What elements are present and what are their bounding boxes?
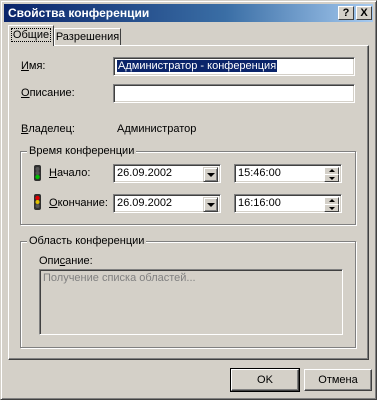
- owner-field: Администратор: [113, 120, 355, 139]
- end-date-value: 26.09.2002: [117, 197, 173, 209]
- tab-general[interactable]: Общие: [8, 25, 54, 46]
- spin-down-icon[interactable]: [324, 174, 339, 182]
- window-title: Свойства конференции: [8, 6, 150, 20]
- description-input[interactable]: [113, 84, 355, 103]
- name-input[interactable]: Администратор - конференция: [113, 57, 355, 76]
- tab-permissions-label: Разрешения: [55, 31, 120, 43]
- close-button[interactable]: X: [356, 6, 372, 20]
- tab-general-label: Общие: [10, 28, 52, 42]
- time-group: Время конференции: [20, 145, 356, 225]
- end-time-spin[interactable]: [324, 197, 339, 212]
- start-time-spin[interactable]: [324, 167, 339, 182]
- start-time-spinner[interactable]: 15:46:00: [234, 164, 342, 183]
- help-icon: ?: [342, 7, 350, 19]
- start-date-value: 26.09.2002: [117, 167, 173, 179]
- scope-description-label: Описание:: [39, 255, 93, 267]
- owner-label: Владелец:: [21, 123, 75, 135]
- end-date-picker[interactable]: 26.09.2002: [113, 194, 221, 213]
- scope-group-title: Область конференции: [27, 235, 147, 247]
- name-value: Администратор - конференция: [117, 60, 278, 72]
- help-button[interactable]: ?: [338, 6, 354, 20]
- end-time-value: 16:16:00: [238, 197, 281, 209]
- traffic-light-red-icon: [34, 194, 41, 210]
- end-label: Окончание:: [49, 197, 108, 209]
- description-label: Описание:: [21, 87, 75, 99]
- start-label: Начало:: [49, 167, 91, 179]
- dialog-window: Свойства конференции ? X Общие Разрешени…: [0, 0, 377, 400]
- close-icon: X: [360, 7, 368, 19]
- name-label: Имя:: [21, 60, 46, 72]
- spin-down-icon[interactable]: [324, 204, 339, 212]
- owner-value: Администратор: [117, 123, 197, 135]
- end-date-dropdown-button[interactable]: [203, 197, 218, 212]
- start-date-dropdown-button[interactable]: [203, 167, 218, 182]
- cancel-button[interactable]: Отмена: [304, 369, 372, 391]
- end-time-spinner[interactable]: 16:16:00: [234, 194, 342, 213]
- scope-placeholder: Получение списка областей...: [43, 272, 196, 284]
- tab-permissions[interactable]: Разрешения: [54, 28, 121, 46]
- time-group-title: Время конференции: [27, 145, 137, 157]
- traffic-light-green-icon: [34, 165, 41, 181]
- ok-button[interactable]: OK: [230, 368, 300, 392]
- start-date-picker[interactable]: 26.09.2002: [113, 164, 221, 183]
- scope-description-box[interactable]: Получение списка областей...: [39, 269, 343, 335]
- start-time-value: 15:46:00: [238, 167, 281, 179]
- title-bar[interactable]: Свойства конференции ? X: [4, 4, 373, 22]
